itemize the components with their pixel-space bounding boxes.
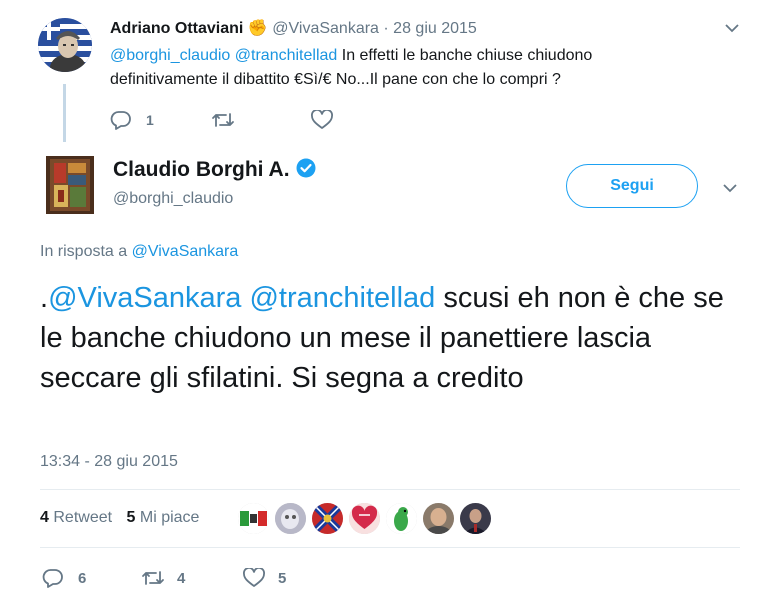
heart-icon [311, 110, 333, 129]
raised-fist-emoji: ✊ [247, 20, 268, 37]
mention-link[interactable]: @tranchitellad [235, 47, 338, 64]
reply-count: 1 [146, 112, 154, 128]
mention-link[interactable]: @tranchitellad [249, 282, 435, 314]
retweet-button[interactable] [211, 108, 235, 132]
thread-connector [63, 84, 66, 142]
reply-icon [110, 111, 131, 130]
mention-link[interactable]: @borghi_claudio [110, 47, 230, 64]
retweet-icon [212, 113, 234, 127]
tweet-stats: 4 Retweet 5 Mi piace [40, 509, 199, 527]
reply-context: In risposta a @VivaSankara [40, 243, 238, 261]
parent-date[interactable]: 28 giu 2015 [393, 20, 477, 37]
likers-avatar-row [238, 503, 497, 534]
date-separator: · [383, 20, 389, 37]
chevron-down-icon[interactable] [722, 180, 738, 196]
liker-avatar[interactable] [386, 503, 417, 534]
divider [40, 489, 740, 490]
retweet-button[interactable]: 4 [141, 565, 185, 591]
reply-button[interactable]: 6 [42, 565, 86, 591]
retweet-count: 4 [177, 569, 186, 587]
retweets-stat[interactable]: 4 Retweet [40, 509, 112, 526]
like-button[interactable] [311, 108, 333, 132]
verified-badge-icon [296, 158, 316, 178]
liker-avatar[interactable] [275, 503, 306, 534]
likes-label: Mi piace [139, 509, 200, 526]
reply-icon [42, 569, 63, 588]
like-button[interactable]: 5 [243, 565, 286, 591]
text-dot: . [40, 282, 49, 314]
liker-avatar[interactable] [238, 503, 269, 534]
parent-author-name[interactable]: Adriano Ottaviani [110, 20, 243, 37]
liker-avatar[interactable] [460, 503, 491, 534]
retweet-icon [142, 571, 164, 585]
parent-author-handle[interactable]: @VivaSankara [272, 20, 379, 37]
follow-button[interactable]: Segui [566, 164, 698, 208]
retweets-label: Retweet [53, 509, 113, 526]
reply-prefix: In risposta a [40, 243, 132, 260]
liker-avatar[interactable] [312, 503, 343, 534]
like-count: 5 [278, 569, 287, 587]
parent-tweet[interactable]: Adriano Ottaviani ✊ @VivaSankara · 28 gi… [0, 0, 780, 142]
reply-count: 6 [78, 569, 87, 587]
parent-avatar[interactable] [38, 18, 92, 72]
reply-button[interactable]: 1 [110, 108, 154, 132]
liker-avatar[interactable] [423, 503, 454, 534]
liker-avatar[interactable] [349, 503, 380, 534]
parent-header: Adriano Ottaviani ✊ @VivaSankara · 28 gi… [110, 18, 477, 38]
main-author-name-row: Claudio Borghi A. [113, 158, 316, 182]
divider [40, 547, 740, 548]
reply-to-link[interactable]: @VivaSankara [132, 243, 239, 260]
mention-link[interactable]: @VivaSankara [48, 282, 241, 314]
parent-tweet-text: @borghi_claudio @tranchitellad In effett… [110, 44, 670, 92]
main-avatar[interactable] [46, 156, 94, 214]
likes-stat[interactable]: 5 Mi piace [127, 509, 200, 526]
main-tweet-text: .@VivaSankara @tranchitellad scusi eh no… [40, 278, 740, 398]
likes-count: 5 [126, 509, 136, 526]
chevron-down-icon[interactable] [724, 20, 740, 36]
tweet-timestamp[interactable]: 13:34 - 28 giu 2015 [40, 453, 178, 471]
main-author-handle[interactable]: @borghi_claudio [113, 190, 233, 208]
retweets-count: 4 [40, 509, 49, 526]
main-author-name[interactable]: Claudio Borghi A. [113, 158, 290, 181]
heart-icon [243, 568, 265, 587]
